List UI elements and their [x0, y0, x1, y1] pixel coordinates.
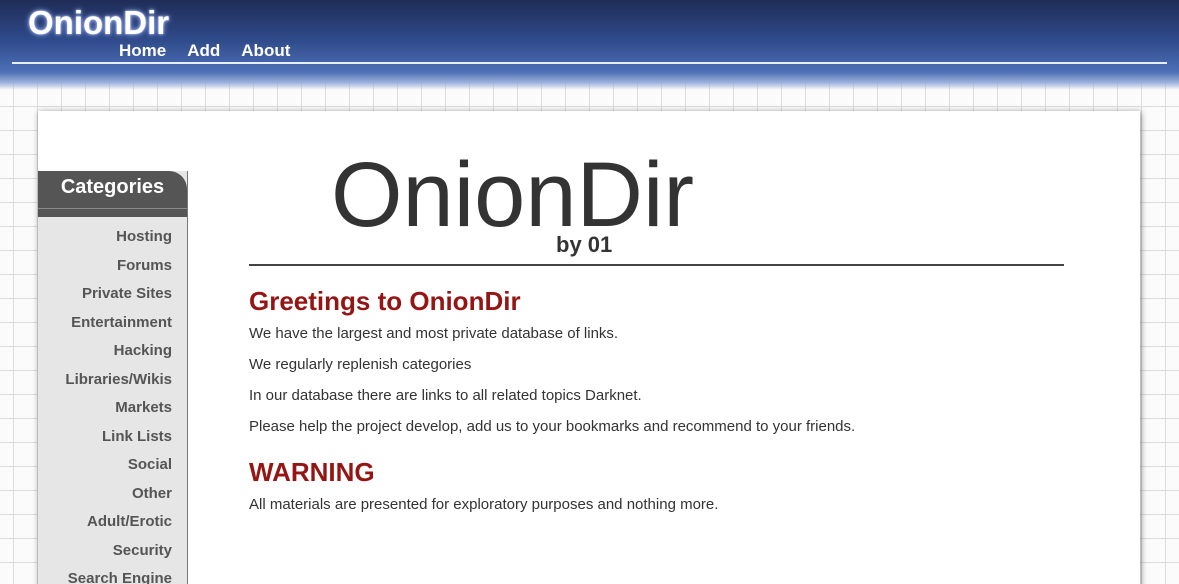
category-link-entertainment[interactable]: Entertainment: [71, 314, 172, 331]
category-item-hosting: Hosting: [38, 223, 187, 252]
warning-heading: WARNING: [249, 457, 375, 487]
category-link-hacking[interactable]: Hacking: [114, 342, 172, 359]
greeting-heading: Greetings to OnionDir: [249, 286, 521, 316]
categories-sidebar: Categories Hosting Forums Private Sites …: [38, 171, 188, 584]
intro-paragraph: In our database there are links to all r…: [249, 387, 642, 404]
category-item-adult-erotic: Adult/Erotic: [38, 508, 187, 537]
category-link-hosting[interactable]: Hosting: [116, 228, 172, 245]
intro-paragraph: We have the largest and most private dat…: [249, 325, 619, 342]
intro-paragraph: We regularly replenish categories: [249, 356, 472, 373]
nav-home-link[interactable]: Home: [119, 41, 166, 61]
site-title: OnionDir: [28, 4, 170, 41]
categories-title: Categories: [38, 171, 187, 217]
category-link-social[interactable]: Social: [128, 456, 172, 473]
category-link-link-lists[interactable]: Link Lists: [102, 428, 172, 445]
category-link-forums[interactable]: Forums: [117, 257, 172, 274]
category-item-link-lists: Link Lists: [38, 423, 187, 452]
nav-add-link[interactable]: Add: [187, 41, 220, 61]
category-item-markets: Markets: [38, 394, 187, 423]
intro-paragraph: Please help the project develop, add us …: [249, 418, 856, 435]
site-logo-text: OnionDir: [331, 144, 695, 246]
site-header: OnionDir Home Add About: [0, 0, 1179, 90]
category-item-forums: Forums: [38, 252, 187, 281]
category-item-social: Social: [38, 451, 187, 480]
category-item-hacking: Hacking: [38, 337, 187, 366]
category-link-security[interactable]: Security: [113, 542, 172, 559]
main-container: Categories Hosting Forums Private Sites …: [38, 111, 1140, 584]
category-item-entertainment: Entertainment: [38, 309, 187, 338]
category-link-private-sites[interactable]: Private Sites: [82, 285, 172, 302]
category-item-search-engine: Search Engine: [38, 565, 187, 584]
category-link-search-engine[interactable]: Search Engine: [68, 570, 172, 584]
warning-text: All materials are presented for explorat…: [249, 496, 719, 513]
top-nav: Home Add About: [119, 41, 311, 61]
category-item-other: Other: [38, 480, 187, 509]
content-divider: [249, 264, 1064, 266]
nav-about-link[interactable]: About: [241, 41, 290, 61]
category-link-markets[interactable]: Markets: [115, 399, 172, 416]
category-item-libraries-wikis: Libraries/Wikis: [38, 366, 187, 395]
categories-list: Hosting Forums Private Sites Entertainme…: [38, 217, 187, 584]
category-item-private-sites: Private Sites: [38, 280, 187, 309]
category-link-adult-erotic[interactable]: Adult/Erotic: [87, 513, 172, 530]
category-item-security: Security: [38, 537, 187, 566]
header-divider: [12, 62, 1167, 64]
category-link-other[interactable]: Other: [132, 485, 172, 502]
byline: by 01: [556, 232, 613, 257]
category-link-libraries-wikis[interactable]: Libraries/Wikis: [65, 371, 172, 388]
